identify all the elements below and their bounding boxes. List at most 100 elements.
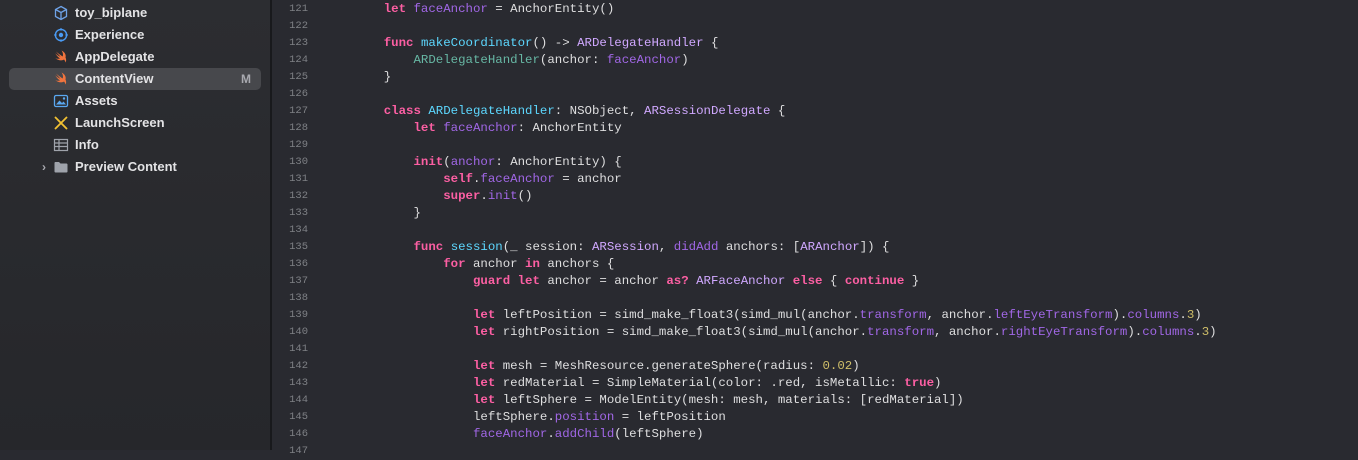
code-token: let [383, 2, 407, 16]
code-line[interactable]: 136 for anchor in anchors { [272, 256, 1358, 273]
code-token: () [517, 189, 533, 203]
code-line[interactable]: 133 } [272, 205, 1358, 222]
code-text: self.faceAnchor = anchor [354, 171, 622, 188]
code-line[interactable]: 127 class ARDelegateHandler: NSObject, A… [272, 103, 1358, 120]
code-token: faceAnchor [413, 2, 488, 16]
code-token: ARFaceAnchor [696, 274, 786, 288]
disclosure-chevron-icon[interactable]: › [42, 159, 50, 175]
code-line[interactable]: 145 leftSphere.position = leftPosition [272, 409, 1358, 426]
line-number: 136 [289, 258, 308, 270]
code-line[interactable]: 129 [272, 137, 1358, 154]
line-number: 139 [289, 309, 308, 321]
code-token: let [517, 274, 540, 288]
code-token: . [1194, 325, 1202, 339]
code-line[interactable]: 123 func makeCoordinator() -> ARDelegate… [272, 35, 1358, 52]
code-line[interactable]: 142 let mesh = MeshResource.generateSphe… [272, 358, 1358, 375]
code-line[interactable]: 125 } [272, 69, 1358, 86]
code-token: anchors: [ [718, 240, 801, 254]
code-token: ARDelegateHandler [577, 36, 704, 50]
code-line[interactable]: 124 ARDelegateHandler(anchor: faceAnchor… [272, 52, 1358, 69]
code-token: transform [859, 308, 927, 322]
line-number: 141 [289, 343, 308, 355]
code-line[interactable]: 147 [272, 443, 1358, 460]
code-text: ARDelegateHandler(anchor: faceAnchor) [354, 52, 689, 69]
code-line[interactable]: 131 self.faceAnchor = anchor [272, 171, 1358, 188]
code-line[interactable]: 139 let leftPosition = simd_make_float3(… [272, 307, 1358, 324]
swift-icon [53, 71, 69, 87]
code-token: let [472, 359, 496, 373]
code-token: = anchor [554, 172, 622, 186]
code-line[interactable]: 132 super.init() [272, 188, 1358, 205]
code-token: let [472, 308, 496, 322]
code-text: guard let anchor = anchor as? ARFaceAnch… [354, 273, 919, 290]
code-text: let redMaterial = SimpleMaterial(color: … [354, 375, 941, 392]
code-token: } [354, 206, 421, 220]
swift-icon [53, 49, 69, 65]
code-line[interactable]: 138 [272, 290, 1358, 307]
code-token: (_ session: [502, 240, 592, 254]
nav-item-contentview[interactable]: ContentView M [9, 68, 261, 90]
source-editor[interactable]: 121 let faceAnchor = AnchorEntity() 122 12… [272, 0, 1358, 457]
nav-item-info[interactable]: Info [9, 134, 261, 156]
code-line[interactable]: 126 [272, 86, 1358, 103]
code-token: AnchorEntity [532, 121, 622, 135]
code-text: init(anchor: AnchorEntity) { [354, 154, 622, 171]
nav-item-toy-biplane[interactable]: toy_biplane [9, 2, 261, 24]
code-token: , anchor. [934, 325, 1001, 339]
code-token: () -> [532, 36, 578, 50]
code-token: as? [666, 274, 689, 288]
code-token: ]) { [859, 240, 890, 254]
cube-icon [53, 5, 69, 21]
nav-item-launchscreen[interactable]: LaunchScreen [9, 112, 261, 134]
code-token: AnchorEntity [510, 155, 600, 169]
nav-item-appdelegate[interactable]: AppDelegate [9, 46, 261, 68]
code-token: transform [867, 325, 934, 339]
code-token: leftSphere. [354, 410, 555, 424]
code-token: addChild [554, 427, 615, 441]
code-line[interactable]: 143 let redMaterial = SimpleMaterial(col… [272, 375, 1358, 392]
code-text: let leftSphere = ModelEntity(mesh: mesh,… [354, 392, 964, 409]
code-token: continue [844, 274, 905, 288]
code-line[interactable]: 146 faceAnchor.addChild(leftSphere) [272, 426, 1358, 443]
code-line[interactable]: 121 let faceAnchor = AnchorEntity() [272, 1, 1358, 18]
code-token: let [472, 325, 496, 339]
code-token: mesh = MeshResource.generateSphere(radiu… [495, 359, 823, 373]
project-navigator: toy_biplane Experience AppDelegate Conte… [0, 0, 270, 450]
code-line[interactable]: 140 let rightPosition = simd_make_float3… [272, 324, 1358, 341]
code-line[interactable]: 137 guard let anchor = anchor as? ARFace… [272, 273, 1358, 290]
reality-composer-icon [53, 27, 69, 43]
line-number: 131 [289, 173, 308, 185]
code-token: position [554, 410, 615, 424]
nav-item-label: AppDelegate [75, 49, 155, 64]
code-token: : [495, 155, 511, 169]
code-line[interactable]: 134 [272, 222, 1358, 239]
code-line[interactable]: 141 [272, 341, 1358, 358]
code-line[interactable]: 128 let faceAnchor: AnchorEntity [272, 120, 1358, 137]
nav-item-preview-content[interactable]: › Preview Content [9, 156, 261, 178]
line-number: 133 [289, 207, 308, 219]
code-token: ) [934, 376, 942, 390]
line-number: 145 [289, 411, 308, 423]
nav-item-experience[interactable]: Experience [9, 24, 261, 46]
code-line[interactable]: 144 let leftSphere = ModelEntity(mesh: m… [272, 392, 1358, 409]
code-text: } [354, 205, 421, 222]
code-token: ) [681, 53, 689, 67]
nav-item-assets[interactable]: Assets [9, 90, 261, 112]
code-text: for anchor in anchors { [354, 256, 614, 273]
code-line[interactable]: 130 init(anchor: AnchorEntity) { [272, 154, 1358, 171]
code-token: for [443, 257, 466, 271]
code-line[interactable]: 135 func session(_ session: ARSession, d… [272, 239, 1358, 256]
line-number: 140 [289, 326, 308, 338]
code-token: anchor [450, 155, 496, 169]
code-text: let rightPosition = simd_make_float3(sim… [354, 324, 1217, 341]
code-line[interactable]: 122 [272, 18, 1358, 35]
line-number: 128 [289, 122, 308, 134]
code-token: ). [1127, 325, 1143, 339]
code-token: NSObject [569, 104, 630, 118]
